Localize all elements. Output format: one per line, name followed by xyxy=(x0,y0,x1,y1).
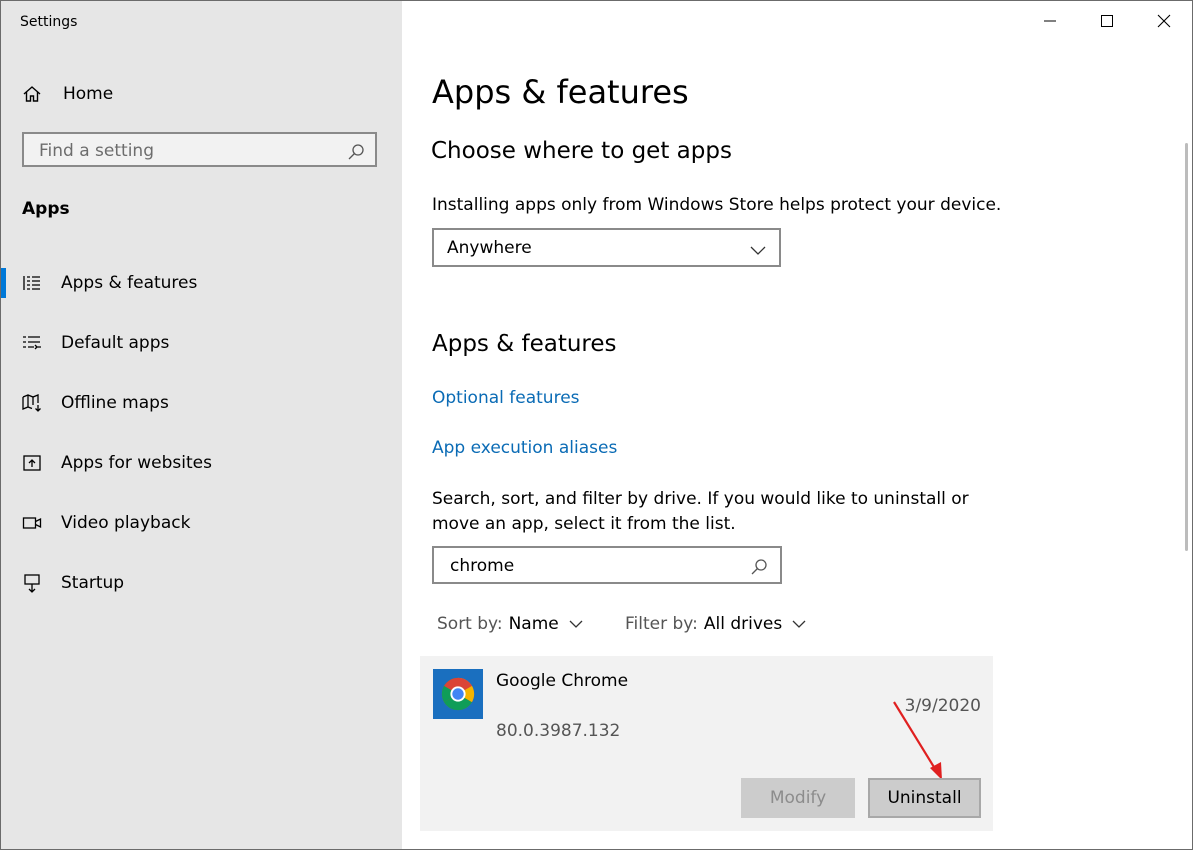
annotation-arrow-icon xyxy=(893,701,942,780)
sidebar-item-label: Offline maps xyxy=(61,393,169,413)
find-setting-search[interactable] xyxy=(22,132,377,167)
uninstall-button[interactable]: Uninstall xyxy=(868,778,981,818)
sidebar-item-label: Startup xyxy=(61,573,125,593)
home-nav-item[interactable]: Home xyxy=(21,79,381,109)
section-label-apps: Apps xyxy=(22,199,70,219)
sidebar-item-apps-features[interactable]: Apps & features xyxy=(1,253,402,313)
chrome-icon xyxy=(433,669,483,719)
app-list-item[interactable]: Google Chrome 80.0.3987.132 3/9/2020 Mod… xyxy=(420,656,993,831)
app-list-search[interactable] xyxy=(432,546,782,584)
sidebar-item-default-apps[interactable]: Default apps xyxy=(1,313,402,373)
optional-features-link[interactable]: Optional features xyxy=(432,388,580,408)
filter-value: All drives xyxy=(703,614,783,634)
app-version: 80.0.3987.132 xyxy=(496,721,621,741)
sidebar-item-label: Video playback xyxy=(61,513,191,533)
scrollbar[interactable] xyxy=(1185,143,1188,551)
sidebar-nav: Apps & features Default apps Offline map… xyxy=(1,253,402,613)
default-apps-icon xyxy=(21,332,43,354)
sidebar-item-video-playback[interactable]: Video playback xyxy=(1,493,402,553)
main-content: Apps & features Choose where to get apps… xyxy=(402,1,1192,849)
find-setting-input[interactable] xyxy=(37,140,341,162)
map-download-icon xyxy=(21,392,43,414)
sort-value: Name xyxy=(508,614,559,634)
app-source-value: Anywhere xyxy=(447,238,532,258)
sidebar-item-startup[interactable]: Startup xyxy=(1,553,402,613)
settings-window: Settings Home Apps Apps & features xyxy=(0,0,1193,850)
home-label: Home xyxy=(63,84,114,104)
app-execution-aliases-link[interactable]: App execution aliases xyxy=(432,438,617,458)
filter-by-dropdown[interactable]: Filter by: All drives xyxy=(625,613,810,635)
sidebar-item-apps-for-websites[interactable]: Apps for websites xyxy=(1,433,402,493)
open-in-app-icon xyxy=(21,452,43,474)
sort-label: Sort by: xyxy=(437,614,503,634)
startup-icon xyxy=(21,572,43,594)
search-icon[interactable] xyxy=(748,556,770,578)
chevron-down-icon xyxy=(788,613,810,635)
chevron-down-icon xyxy=(747,239,769,261)
modify-button[interactable]: Modify xyxy=(741,778,855,818)
video-icon xyxy=(21,512,43,534)
apps-features-heading: Apps & features xyxy=(432,331,617,357)
window-title: Settings xyxy=(20,14,78,30)
search-icon[interactable] xyxy=(345,141,367,163)
home-icon xyxy=(21,83,43,105)
sort-by-dropdown[interactable]: Sort by: Name xyxy=(437,613,587,635)
list-icon xyxy=(21,272,43,294)
choose-where-heading: Choose where to get apps xyxy=(431,138,732,164)
sidebar-item-label: Apps & features xyxy=(61,273,198,293)
chevron-down-icon xyxy=(565,613,587,635)
sidebar-item-label: Default apps xyxy=(61,333,170,353)
app-search-input[interactable] xyxy=(448,555,742,577)
sidebar-item-label: Apps for websites xyxy=(61,453,212,473)
sidebar: Settings Home Apps Apps & features xyxy=(1,1,402,849)
filter-label: Filter by: xyxy=(625,614,698,634)
sidebar-item-offline-maps[interactable]: Offline maps xyxy=(1,373,402,433)
search-filter-description: Search, sort, and filter by drive. If yo… xyxy=(432,489,969,534)
app-name: Google Chrome xyxy=(496,671,629,691)
choose-where-description: Installing apps only from Windows Store … xyxy=(432,195,1002,215)
app-source-select[interactable]: Anywhere xyxy=(432,228,781,267)
page-title: Apps & features xyxy=(432,73,689,111)
